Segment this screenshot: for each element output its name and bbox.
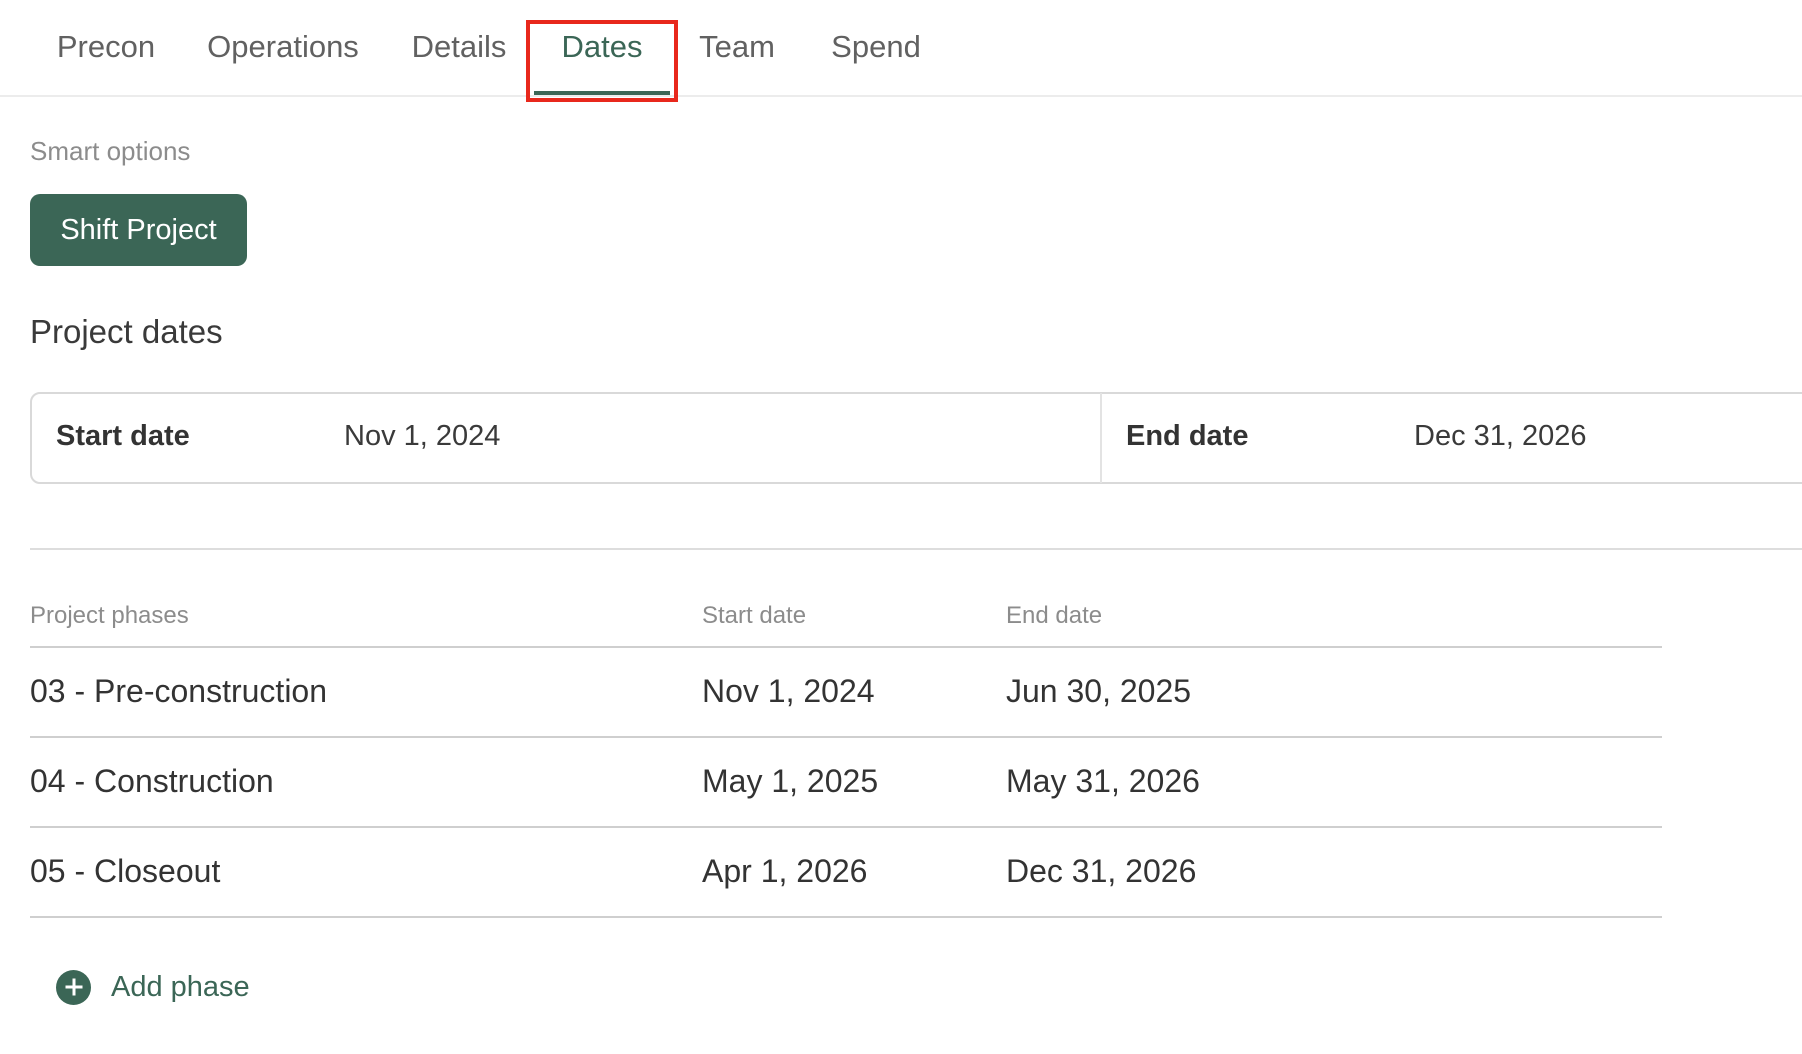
column-header-start-date: Start date <box>702 602 807 629</box>
project-dates-divider <box>1100 393 1102 483</box>
add-phase-button[interactable]: Add phase <box>56 967 250 1007</box>
phase-start-date: May 1, 2025 <box>702 763 879 799</box>
tab-dates[interactable]: Dates <box>526 0 678 97</box>
phase-name: 05 - Closeout <box>30 853 221 889</box>
phase-end-date: Dec 31, 2026 <box>1006 853 1197 889</box>
phase-start-date: Nov 1, 2024 <box>702 673 875 709</box>
tab-operations[interactable]: Operations <box>206 0 360 97</box>
tab-details[interactable]: Details <box>400 0 518 97</box>
project-end-value[interactable]: Dec 31, 2026 <box>1414 420 1587 453</box>
tab-spend[interactable]: Spend <box>822 0 930 97</box>
add-phase-label: Add phase <box>111 970 250 1003</box>
phase-name: 04 - Construction <box>30 763 274 799</box>
column-header-phase: Project phases <box>30 602 189 629</box>
project-dates-page: Precon Operations Details Dates Team Spe… <box>0 0 1802 1054</box>
project-dates-heading: Project dates <box>30 313 223 350</box>
project-end-label: End date <box>1126 420 1249 452</box>
project-start-value[interactable]: Nov 1, 2024 <box>344 420 500 453</box>
row-divider <box>30 826 1662 828</box>
plus-circle-icon <box>56 969 91 1005</box>
phase-start-date: Apr 1, 2026 <box>702 853 868 889</box>
shift-project-button[interactable]: Shift Project <box>30 194 247 266</box>
column-header-end-date: End date <box>1006 602 1103 629</box>
section-divider <box>30 548 1802 550</box>
row-divider <box>30 736 1662 738</box>
table-header-divider <box>30 646 1662 648</box>
smart-options-label: Smart options <box>30 136 191 166</box>
phase-name: 03 - Pre-construction <box>30 673 328 709</box>
tab-bar: Precon Operations Details Dates Team Spe… <box>0 0 1802 97</box>
tab-team[interactable]: Team <box>686 0 788 97</box>
row-divider <box>30 916 1662 918</box>
phase-end-date: May 31, 2026 <box>1006 763 1200 799</box>
project-start-label: Start date <box>56 420 190 452</box>
phase-end-date: Jun 30, 2025 <box>1006 673 1192 709</box>
tab-precon[interactable]: Precon <box>46 0 166 97</box>
